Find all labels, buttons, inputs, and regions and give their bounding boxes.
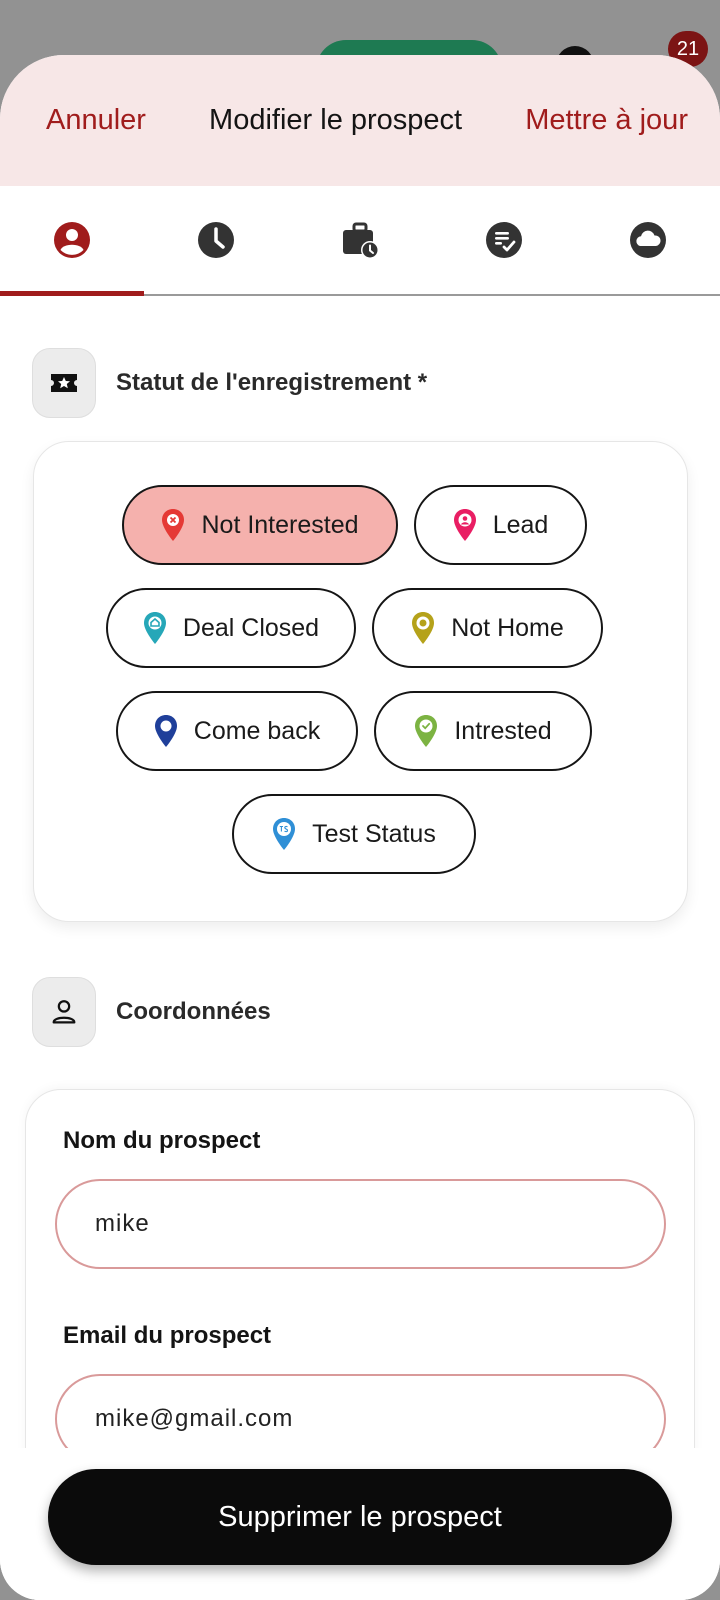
name-field[interactable] [55, 1179, 666, 1269]
tab-tasks[interactable] [432, 186, 576, 294]
status-chip-lead[interactable]: Lead [414, 485, 587, 565]
status-chip-not-interested[interactable]: Not Interested [122, 485, 398, 565]
tab-cloud[interactable] [576, 186, 720, 294]
sheet-header: Annuler Modifier le prospect Mettre à jo… [0, 55, 720, 186]
status-chip-intrested[interactable]: Intrested [374, 691, 592, 771]
contact-section-title: Coordonnées [116, 998, 271, 1025]
map-pin-ts-icon [273, 818, 296, 850]
person-circle-icon [54, 222, 90, 258]
map-pin-x-icon [162, 509, 185, 541]
map-pin-home-icon [143, 612, 166, 644]
clock-icon [198, 222, 234, 258]
status-options-card: Not Interested Lead Deal Closed Not Home… [33, 441, 688, 922]
cancel-button[interactable]: Annuler [46, 104, 146, 137]
status-chip-not-home[interactable]: Not Home [372, 588, 603, 668]
chip-label: Come back [193, 716, 321, 745]
tab-appointments[interactable] [288, 186, 432, 294]
chip-label: Intrested [454, 716, 552, 745]
chip-label: Not Home [451, 613, 564, 642]
email-field-label: Email du prospect [63, 1322, 272, 1349]
edit-prospect-sheet: Annuler Modifier le prospect Mettre à jo… [0, 55, 720, 1600]
name-field-label: Nom du prospect [63, 1127, 261, 1154]
contact-section-header: Coordonnées [32, 977, 271, 1047]
status-chip-deal-closed[interactable]: Deal Closed [106, 588, 356, 668]
briefcase-clock-icon [343, 222, 379, 259]
ticket-star-icon [32, 348, 96, 418]
chip-label: Deal Closed [182, 613, 320, 642]
person-icon [32, 977, 96, 1047]
checklist-icon [486, 222, 522, 258]
map-pin-icon [412, 612, 435, 644]
tab-history[interactable] [144, 186, 288, 294]
map-pin-person-icon [453, 509, 476, 541]
status-section-title: Statut de l'enregistrement * [116, 369, 428, 396]
delete-prospect-button[interactable]: Supprimer le prospect [48, 1469, 672, 1565]
cloud-icon [630, 222, 666, 258]
chip-label: Lead [492, 510, 549, 539]
tab-profile[interactable] [0, 186, 144, 294]
status-chip-come-back[interactable]: Come back [116, 691, 358, 771]
chip-label: Not Interested [201, 510, 359, 539]
status-chip-test-status[interactable]: Test Status [232, 794, 476, 874]
page-title: Modifier le prospect [209, 104, 463, 136]
chip-label: Test Status [312, 819, 436, 848]
map-pin-icon [154, 715, 177, 747]
tab-bar [0, 186, 720, 296]
status-section-header: Statut de l'enregistrement * [32, 348, 427, 418]
map-pin-check-icon [415, 715, 438, 747]
active-tab-indicator [0, 291, 144, 296]
update-button[interactable]: Mettre à jour [525, 104, 688, 137]
